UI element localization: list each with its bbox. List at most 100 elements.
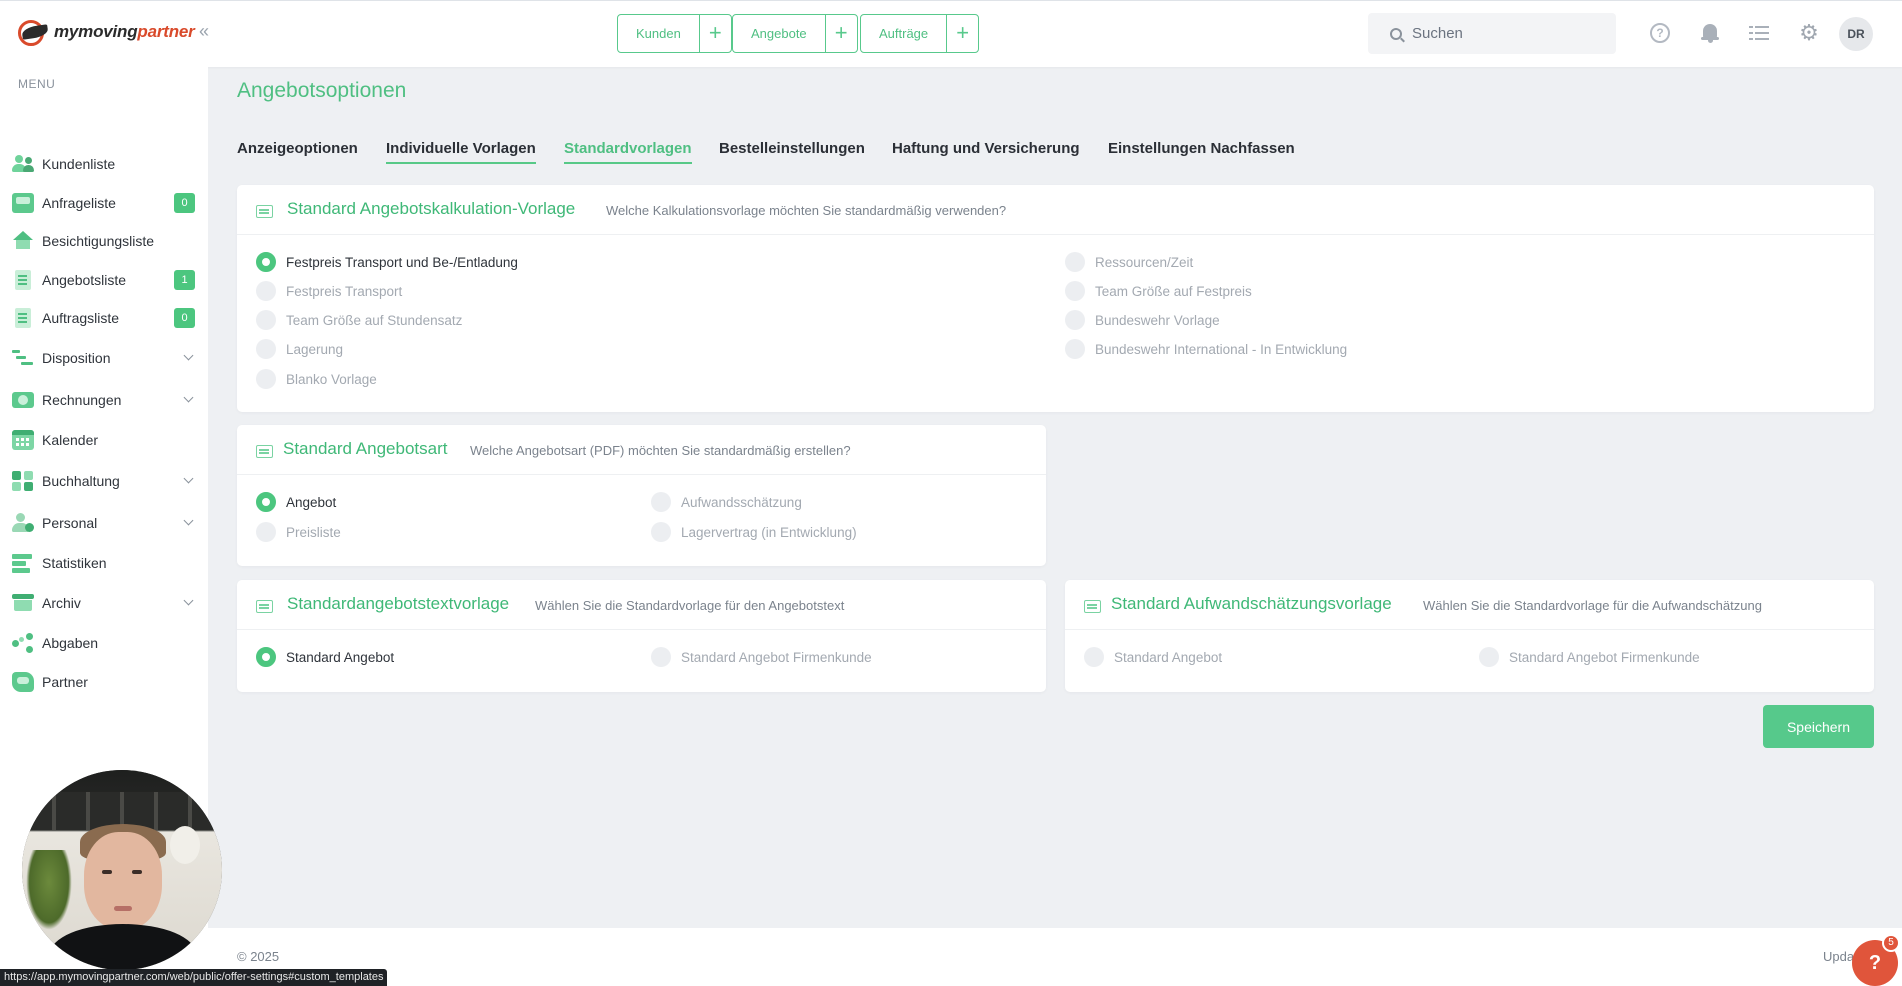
sidebar-item-label: Abgaben bbox=[42, 635, 99, 651]
tab-einstellungen-nachfassen[interactable]: Einstellungen Nachfassen bbox=[1108, 140, 1295, 157]
add-customer-plus-icon[interactable]: + bbox=[700, 15, 731, 52]
radio-button[interactable] bbox=[256, 281, 276, 301]
sidebar-item-label: Statistiken bbox=[42, 555, 107, 571]
radio-option[interactable]: Bundeswehr International - In Entwicklun… bbox=[1065, 339, 1347, 359]
radio-button[interactable] bbox=[256, 492, 276, 512]
option-label: Blanko Vorlage bbox=[286, 371, 377, 387]
webcam-overlay bbox=[22, 770, 222, 970]
footer-copyright: © 2025 bbox=[237, 949, 280, 964]
radio-option[interactable]: Festpreis Transport und Be-/Entladung bbox=[256, 252, 518, 272]
sidebar-item-label: Disposition bbox=[42, 350, 111, 366]
radio-option[interactable]: Lagervertrag (in Entwicklung) bbox=[651, 522, 857, 542]
sidebar-item-partner[interactable]: Partner bbox=[0, 665, 208, 699]
radio-button[interactable] bbox=[1084, 647, 1104, 667]
radio-option[interactable]: Standard Angebot bbox=[256, 647, 394, 667]
estimate-template-card: Standard Aufwandschätzungsvorlage Wählen… bbox=[1065, 580, 1874, 692]
option-label: Angebot bbox=[286, 494, 337, 510]
sidebar-item-label: Archiv bbox=[42, 595, 81, 611]
add-order-plus-icon[interactable]: + bbox=[947, 15, 978, 52]
card-subtitle: Wählen Sie die Standardvorlage für die A… bbox=[1423, 598, 1762, 613]
template-icon bbox=[256, 205, 273, 218]
user-avatar[interactable]: DR bbox=[1839, 17, 1873, 51]
sidebar-item-label: Rechnungen bbox=[42, 392, 122, 408]
sidebar-item-rechnungen[interactable]: Rechnungen bbox=[0, 383, 208, 417]
sidebar-item-besichtigungsliste[interactable]: Besichtigungsliste bbox=[0, 224, 208, 258]
radio-button[interactable] bbox=[256, 310, 276, 330]
radio-option[interactable]: Team Größe auf Stundensatz bbox=[256, 310, 462, 330]
sidebar-item-personal[interactable]: Personal bbox=[0, 506, 208, 540]
app-logo[interactable]: mymovingpartner bbox=[16, 17, 195, 47]
gear-icon[interactable]: ⚙ bbox=[1799, 22, 1819, 44]
sidebar-item-archiv[interactable]: Archiv bbox=[0, 586, 208, 620]
bell-icon[interactable] bbox=[1700, 23, 1720, 43]
option-label: Bundeswehr International - In Entwicklun… bbox=[1095, 341, 1348, 357]
sidebar-item-statistiken[interactable]: Statistiken bbox=[0, 546, 208, 580]
collapse-sidebar-icon[interactable]: « bbox=[199, 21, 209, 42]
radio-option[interactable]: Festpreis Transport bbox=[256, 281, 402, 301]
radio-option[interactable]: Standard Angebot Firmenkunde bbox=[1479, 647, 1700, 667]
radio-button[interactable] bbox=[256, 339, 276, 359]
template-icon bbox=[256, 445, 273, 458]
tab-standardvorlagen[interactable]: Standardvorlagen bbox=[564, 140, 692, 164]
radio-button[interactable] bbox=[256, 369, 276, 389]
template-icon bbox=[1084, 600, 1101, 613]
logo-wordmark: mymovingpartner bbox=[54, 22, 195, 41]
radio-option[interactable]: Bundeswehr Vorlage bbox=[1065, 310, 1220, 330]
order-doc-icon bbox=[15, 308, 31, 328]
radio-button[interactable] bbox=[256, 252, 276, 272]
sidebar-item-auftragsliste[interactable]: Auftragsliste 0 bbox=[0, 301, 208, 335]
radio-button[interactable] bbox=[256, 647, 276, 667]
notification-count-badge: 5 bbox=[1882, 934, 1900, 952]
quick-offers-button[interactable]: Angebote bbox=[733, 15, 826, 52]
card-header: Standard Angebotsart Welche Angebotsart … bbox=[237, 425, 1046, 475]
tab-anzeigeoptionen[interactable]: Anzeigeoptionen bbox=[237, 140, 358, 157]
radio-button[interactable] bbox=[1479, 647, 1499, 667]
radio-option[interactable]: Standard Angebot Firmenkunde bbox=[651, 647, 872, 667]
tab-haftung-und-versicherung[interactable]: Haftung und Versicherung bbox=[892, 140, 1080, 157]
radio-option[interactable]: Team Größe auf Festpreis bbox=[1065, 281, 1252, 301]
sidebar-item-kundenliste[interactable]: Kundenliste bbox=[0, 147, 208, 181]
radio-option[interactable]: Blanko Vorlage bbox=[256, 369, 377, 389]
radio-button[interactable] bbox=[651, 647, 671, 667]
sidebar-item-buchhaltung[interactable]: Buchhaltung bbox=[0, 464, 208, 498]
radio-button[interactable] bbox=[651, 492, 671, 512]
tab-individuelle-vorlagen[interactable]: Individuelle Vorlagen bbox=[386, 140, 536, 164]
radio-option[interactable]: Standard Angebot bbox=[1084, 647, 1222, 667]
radio-option[interactable]: Preisliste bbox=[256, 522, 341, 542]
radio-button[interactable] bbox=[256, 522, 276, 542]
count-badge: 0 bbox=[174, 193, 195, 213]
add-offer-plus-icon[interactable]: + bbox=[826, 15, 857, 52]
card-subtitle: Welche Kalkulationsvorlage möchten Sie s… bbox=[606, 203, 1007, 218]
radio-button[interactable] bbox=[1065, 310, 1085, 330]
radio-button[interactable] bbox=[1065, 252, 1085, 272]
sidebar-item-abgaben[interactable]: Abgaben bbox=[0, 626, 208, 660]
sidebar-item-angebotsliste[interactable]: Angebotsliste 1 bbox=[0, 263, 208, 297]
calc-template-card: Standard Angebotskalkulation-Vorlage Wel… bbox=[237, 185, 1874, 412]
search-input[interactable] bbox=[1412, 25, 1602, 42]
radio-button[interactable] bbox=[1065, 281, 1085, 301]
sidebar-item-kalender[interactable]: Kalender bbox=[0, 423, 208, 457]
radio-option[interactable]: Aufwandsschätzung bbox=[651, 492, 802, 512]
tab-bestelleinstellungen[interactable]: Bestelleinstellungen bbox=[719, 140, 865, 157]
help-icon[interactable]: ? bbox=[1650, 23, 1670, 43]
handshake-icon bbox=[12, 672, 34, 692]
sidebar-item-label: Buchhaltung bbox=[42, 473, 120, 489]
card-subtitle: Welche Angebotsart (PDF) möchten Sie sta… bbox=[470, 443, 851, 458]
quick-orders-button[interactable]: Aufträge bbox=[861, 15, 948, 52]
save-button[interactable]: Speichern bbox=[1763, 705, 1874, 748]
radio-button[interactable] bbox=[1065, 339, 1085, 359]
option-label: Team Größe auf Stundensatz bbox=[286, 312, 463, 328]
top-header: mymovingpartner « Kunden + Angebote + Au… bbox=[0, 0, 1902, 67]
radio-option[interactable]: Angebot bbox=[256, 492, 336, 512]
sidebar-item-disposition[interactable]: Disposition bbox=[0, 341, 208, 375]
option-label: Lagervertrag (in Entwicklung) bbox=[681, 524, 857, 540]
radio-option[interactable]: Ressourcen/Zeit bbox=[1065, 252, 1193, 272]
share-icon bbox=[12, 633, 34, 653]
radio-option[interactable]: Lagerung bbox=[256, 339, 343, 359]
option-label: Team Größe auf Festpreis bbox=[1095, 283, 1252, 299]
sidebar-item-anfrageliste[interactable]: Anfrageliste 0 bbox=[0, 186, 208, 220]
offer-doc-icon bbox=[15, 270, 31, 290]
radio-button[interactable] bbox=[651, 522, 671, 542]
quick-customers-button[interactable]: Kunden bbox=[618, 15, 700, 52]
tasks-icon[interactable] bbox=[1749, 23, 1769, 43]
